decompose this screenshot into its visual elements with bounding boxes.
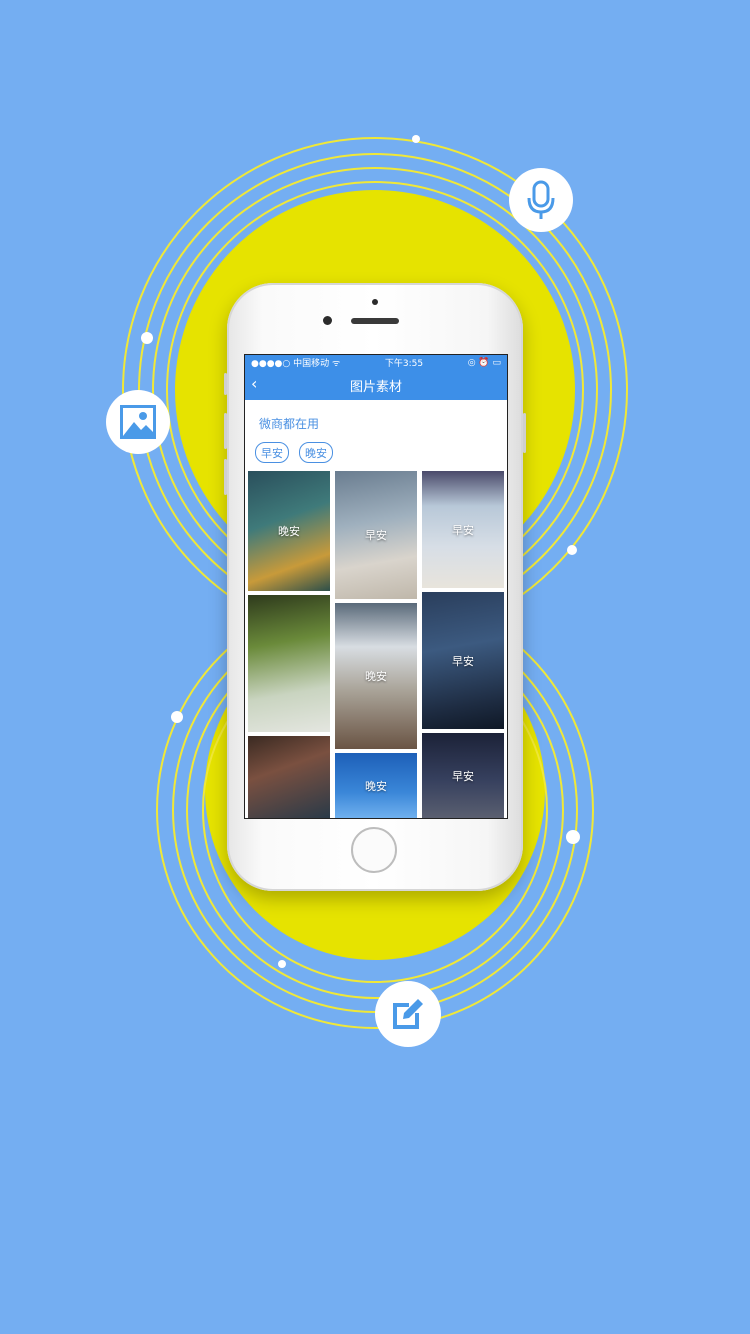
image-tile-label: 晚安 bbox=[278, 525, 300, 538]
image-icon bbox=[106, 390, 170, 454]
image-tile[interactable]: 早安 bbox=[422, 592, 504, 729]
volume-down-button bbox=[224, 459, 227, 495]
proximity-sensor bbox=[372, 299, 378, 305]
image-tile[interactable]: 早安 bbox=[422, 471, 504, 588]
image-tile-label: 晚安 bbox=[365, 779, 387, 793]
back-button[interactable]: ‹ bbox=[251, 376, 257, 392]
nav-bar: ‹ 图片素材 bbox=[245, 370, 507, 400]
section-subtitle: 微商都在用 bbox=[259, 417, 320, 431]
microphone-icon bbox=[509, 168, 573, 232]
status-carrier: ●●●●○ 中国移动 ᯤ bbox=[251, 359, 341, 369]
image-tile[interactable]: 晚安 bbox=[335, 603, 417, 749]
image-tile-label: 晚安 bbox=[365, 670, 387, 683]
image-tile-label: 早安 bbox=[452, 769, 474, 783]
image-tile[interactable] bbox=[248, 595, 330, 732]
image-tile[interactable]: 早安 bbox=[422, 733, 504, 818]
phone-screen: ●●●●○ 中国移动 ᯤ 下午3:55 ◎ ⏰ ▭ ‹ 图片素材 微商都在用 早… bbox=[244, 354, 508, 819]
status-bar: ●●●●○ 中国移动 ᯤ 下午3:55 ◎ ⏰ ▭ bbox=[245, 355, 507, 370]
image-tile[interactable]: 早安 bbox=[335, 471, 417, 599]
status-time: 下午3:55 bbox=[384, 359, 424, 369]
image-tile-label: 早安 bbox=[452, 523, 474, 537]
power-button bbox=[523, 413, 526, 453]
earpiece-speaker bbox=[351, 318, 399, 324]
image-tile-label: 早安 bbox=[365, 529, 387, 542]
volume-up-button bbox=[224, 413, 227, 449]
page-title: 图片素材 bbox=[349, 379, 402, 395]
image-tile-label: 早安 bbox=[452, 654, 474, 668]
front-camera bbox=[323, 316, 332, 325]
phone-mockup: ●●●●○ 中国移动 ᯤ 下午3:55 ◎ ⏰ ▭ ‹ 图片素材 微商都在用 早… bbox=[224, 283, 526, 891]
tag-night[interactable]: 晚安 bbox=[299, 442, 333, 463]
tag-morning[interactable]: 早安 bbox=[255, 442, 289, 463]
image-tile[interactable] bbox=[248, 736, 330, 818]
image-tile[interactable]: 晚安 bbox=[248, 471, 330, 591]
mute-switch bbox=[224, 373, 227, 395]
image-tile[interactable]: 晚安 bbox=[335, 753, 417, 818]
edit-icon bbox=[375, 981, 441, 1047]
image-grid: 晚安 早安 晚安 晚安 早安 早安 早安 bbox=[248, 471, 504, 818]
status-right: ◎ ⏰ ▭ bbox=[467, 357, 501, 368]
home-button[interactable] bbox=[351, 827, 397, 873]
